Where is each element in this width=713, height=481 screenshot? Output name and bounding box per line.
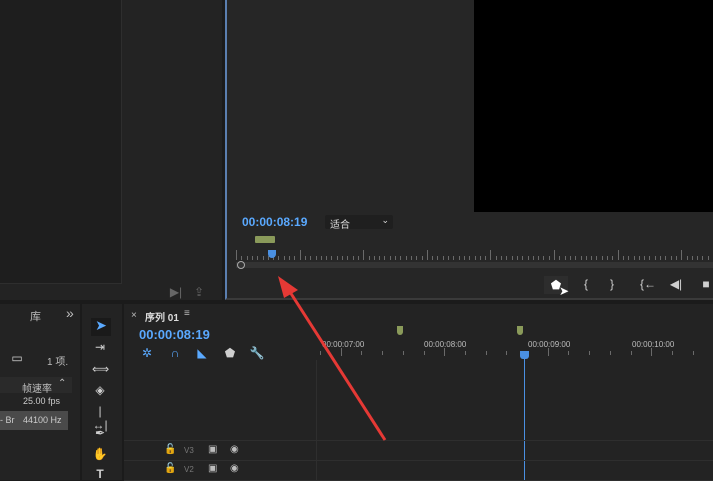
annotation-arrow	[278, 276, 387, 441]
